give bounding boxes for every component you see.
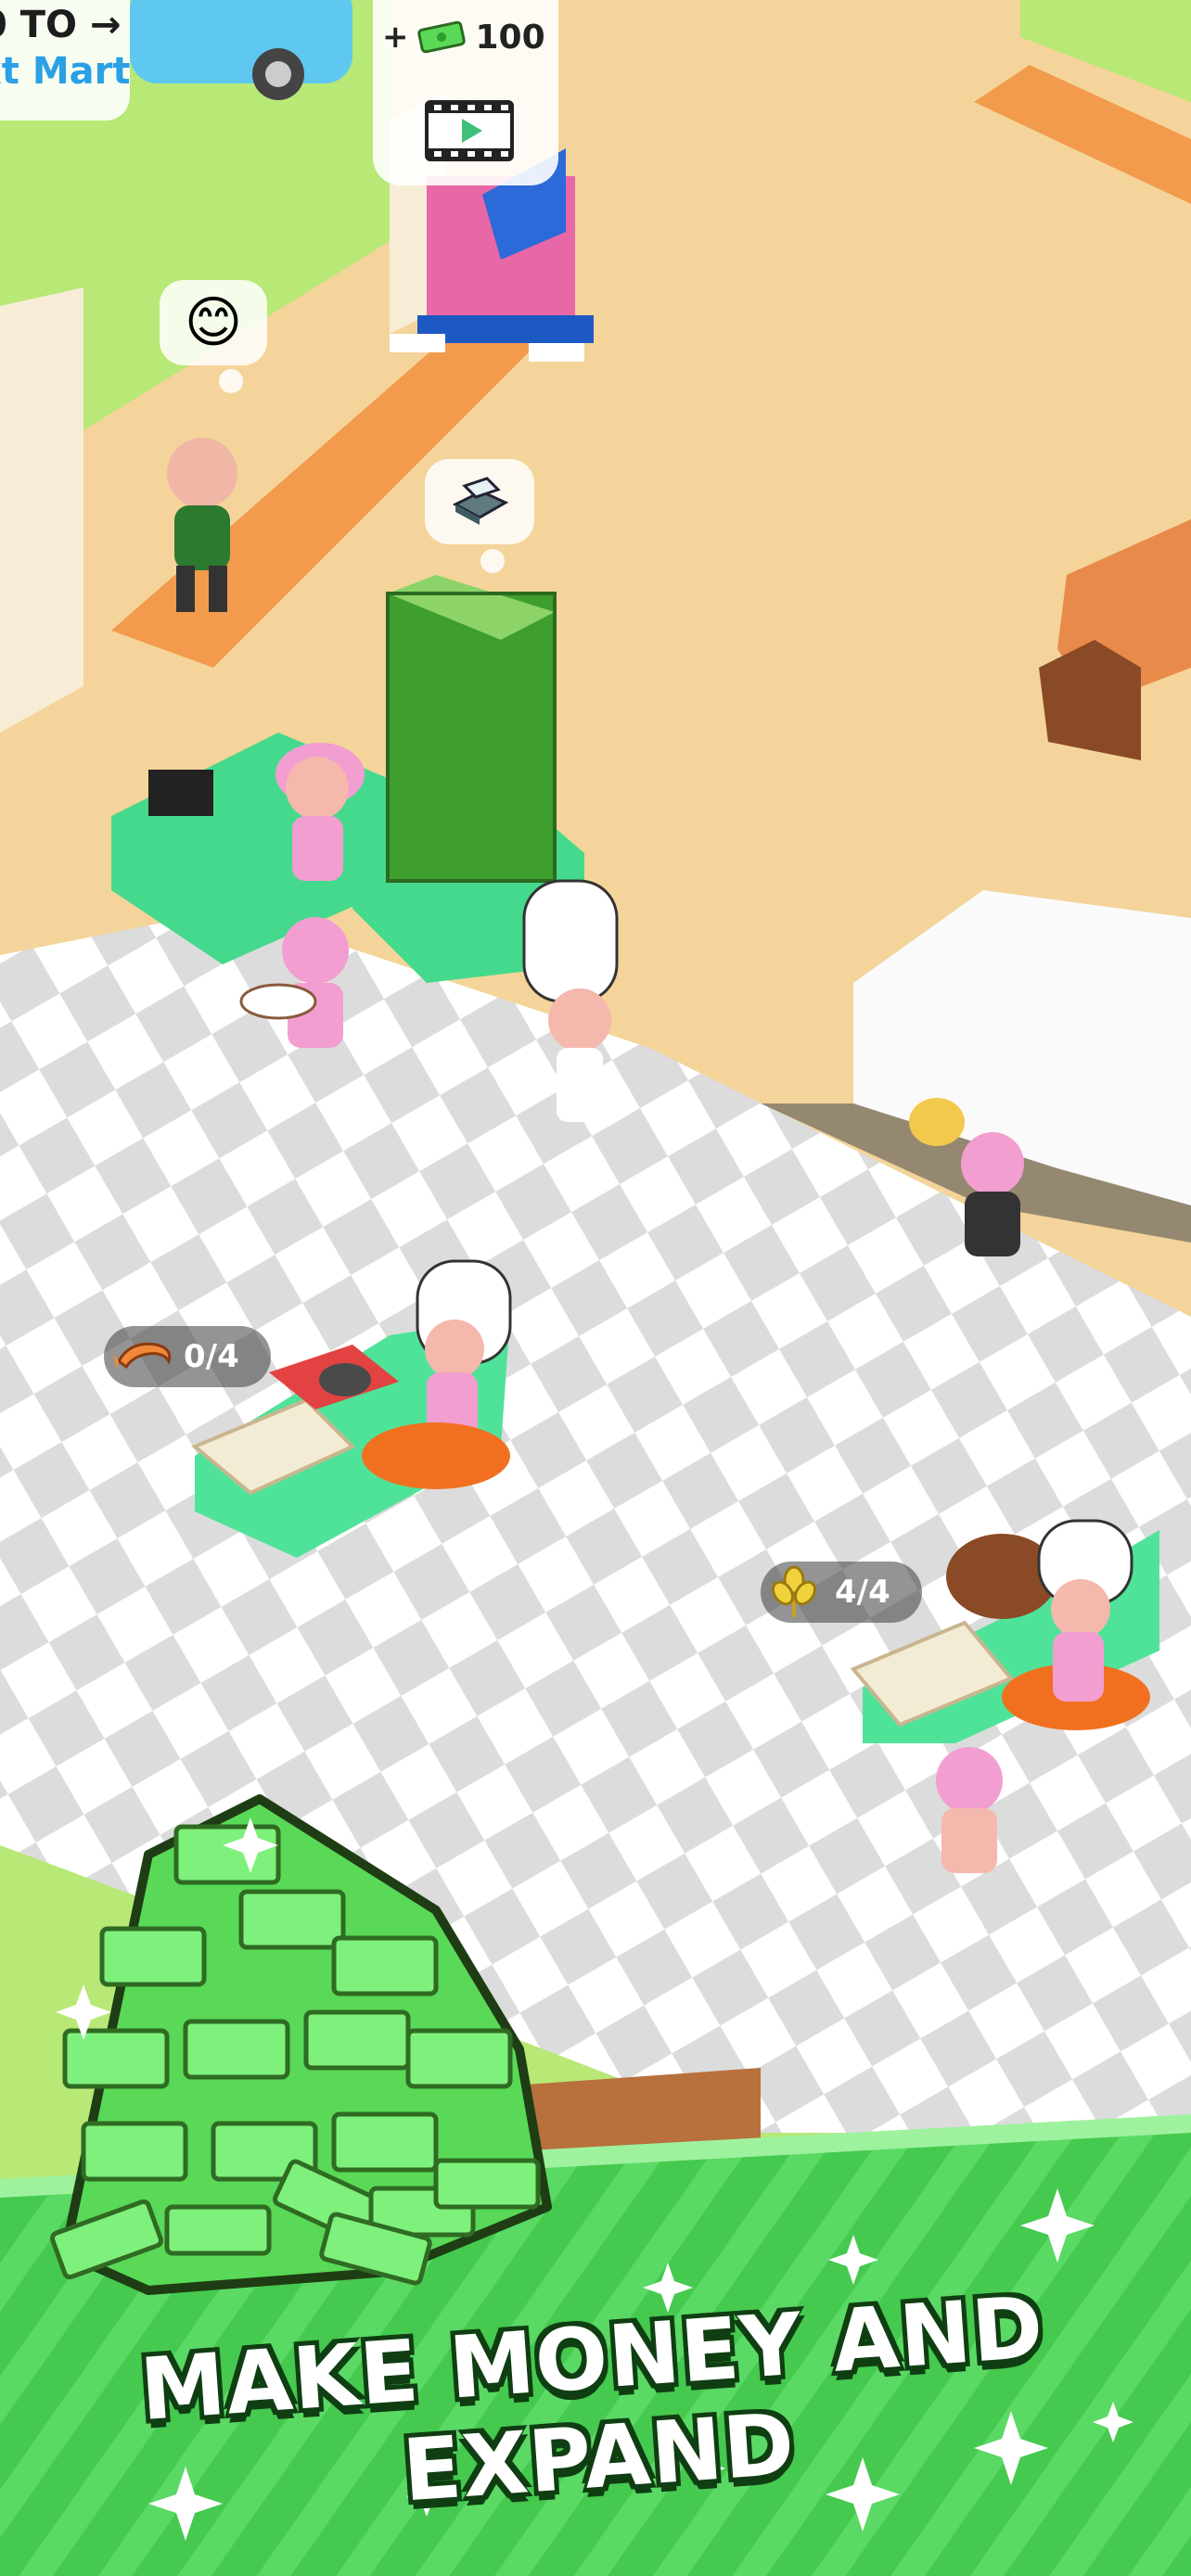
ad-reward-plus: + [382, 19, 409, 56]
next-unlock-label: 0 TO → [0, 4, 122, 46]
wheat-count: 4/4 [835, 1574, 890, 1611]
register-bubble [425, 459, 534, 544]
shrimp-icon [111, 1333, 178, 1380]
video-play-icon[interactable] [425, 100, 514, 161]
ad-reward-row: + 100 [382, 9, 545, 65]
game-scene [0, 0, 1191, 2576]
smiley-icon: 😊 [184, 290, 243, 355]
customer-mood-bubble: 😊 [160, 280, 267, 365]
bubble-tail-dot [219, 369, 243, 393]
wheat-station-counter: 4/4 [761, 1562, 922, 1623]
cash-bundle-icon [416, 20, 468, 54]
shrimp-count: 0/4 [184, 1338, 239, 1375]
left-wall [0, 287, 83, 733]
next-unlock-card[interactable]: 0 TO → xt Mart [0, 0, 131, 121]
shrimp-station-counter: 0/4 [104, 1326, 271, 1387]
watch-ad-reward-card[interactable]: + 100 [373, 0, 558, 185]
next-unlock-target: xt Mart [0, 50, 131, 93]
cash-register-icon [450, 477, 509, 527]
ad-reward-amount: 100 [475, 18, 545, 57]
register-bubble-tail [480, 549, 505, 573]
money-tower [386, 575, 557, 883]
wheat-icon [766, 1565, 826, 1619]
